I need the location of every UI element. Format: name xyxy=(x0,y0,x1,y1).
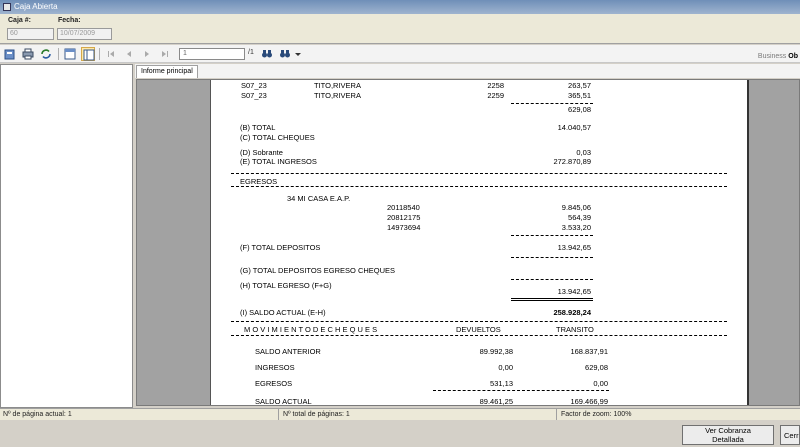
row-amount: 365,51 xyxy=(568,91,591,100)
page-number-input[interactable]: 1 xyxy=(179,48,245,60)
deposit-amount: 9.845,06 xyxy=(561,203,591,212)
print-icon[interactable] xyxy=(21,47,35,61)
zoom-binoculars-icon[interactable] xyxy=(278,47,292,61)
zoom-status: Factor de zoom: 100% xyxy=(561,411,632,418)
tab-strip: Informe principal xyxy=(135,64,800,78)
total-b-label: (B) TOTAL xyxy=(240,123,276,132)
toolbar-separator xyxy=(99,48,100,60)
current-page-status: Nº de página actual: 1 xyxy=(3,411,72,418)
business-objects-brand: Business Ob xyxy=(757,53,798,60)
section-divider xyxy=(231,321,727,322)
deposit-number: 14973694 xyxy=(387,223,421,232)
first-page-icon[interactable] xyxy=(104,47,118,61)
double-underline xyxy=(511,298,593,299)
report-viewer[interactable]: S07_23 TITO,RIVERA 2258 263,57 S07_23 TI… xyxy=(136,79,800,406)
row-num: 2258 xyxy=(487,81,504,90)
caja-field[interactable]: 60 xyxy=(7,28,54,40)
row-name: TITO,RIVERA xyxy=(314,91,361,100)
col-transito: TRANSITO xyxy=(556,325,594,334)
double-underline xyxy=(511,300,593,301)
total-pages-status: Nº total de páginas: 1 xyxy=(283,411,350,418)
deposit-number: 20118540 xyxy=(387,203,420,212)
row-name: TITO,RIVERA xyxy=(314,81,361,90)
caja-label: Caja #: xyxy=(8,17,31,24)
toolbar-separator xyxy=(58,48,59,60)
mov-row-transito: 169.466,99 xyxy=(570,397,608,406)
report-toolbar: 1 /1 Business Ob xyxy=(0,45,800,63)
page-total-label: /1 xyxy=(248,49,254,56)
mov-row-label: SALDO ANTERIOR xyxy=(255,347,321,356)
mov-row-devueltos: 89.461,25 xyxy=(479,397,513,406)
group-tree-panel[interactable] xyxy=(0,64,133,408)
egreso-entity: 34 MI CASA E.A.P. xyxy=(287,194,351,203)
window-title-bar: Caja Abierta xyxy=(0,0,800,14)
saldo-label: (I) SALDO ACTUAL (E-H) xyxy=(240,308,326,317)
mov-row-label: INGRESOS xyxy=(255,363,295,372)
total-f-value: 13.942,65 xyxy=(557,243,591,252)
fecha-field[interactable]: 10/07/2009 xyxy=(57,28,112,40)
deposit-amount: 564,39 xyxy=(568,213,591,222)
total-e-value: 272.870,89 xyxy=(553,157,591,166)
section-divider xyxy=(231,173,727,174)
search-binoculars-icon[interactable] xyxy=(260,47,274,61)
previous-page-icon[interactable] xyxy=(122,47,136,61)
app-icon xyxy=(3,3,11,11)
export-icon[interactable] xyxy=(3,47,17,61)
total-h-label: (H) TOTAL EGRESO (F+G) xyxy=(240,281,332,290)
mov-row-devueltos: 0,00 xyxy=(498,363,513,372)
zoom-dropdown-icon[interactable] xyxy=(291,47,301,61)
window-title: Caja Abierta xyxy=(14,2,58,11)
mov-sum-line xyxy=(433,390,609,391)
subtotal-line xyxy=(511,103,593,104)
row-code: S07_23 xyxy=(241,81,267,90)
close-button[interactable]: Cerrar xyxy=(780,425,800,445)
mov-row-transito: 629,08 xyxy=(585,363,608,372)
last-page-icon[interactable] xyxy=(158,47,172,61)
status-bar: Nº de página actual: 1 Nº total de págin… xyxy=(0,408,800,421)
total-g-line xyxy=(511,279,593,280)
tab-informe-principal[interactable]: Informe principal xyxy=(136,65,198,78)
next-page-icon[interactable] xyxy=(140,47,154,61)
total-f-line xyxy=(511,257,593,258)
toggle-panel-icon[interactable] xyxy=(81,47,95,61)
egresos-label: EGRESOS xyxy=(240,177,278,186)
toggle-group-tree-icon[interactable] xyxy=(63,47,77,61)
section-divider xyxy=(231,335,727,336)
total-g-label: (G) TOTAL DEPOSITOS EGRESO CHEQUES xyxy=(240,266,396,275)
deposit-number: 20812175 xyxy=(387,213,421,222)
refresh-icon[interactable] xyxy=(39,47,53,61)
total-b-value: 14.040,57 xyxy=(557,123,591,132)
row-num: 2259 xyxy=(487,91,504,100)
row-amount: 263,57 xyxy=(568,81,591,90)
row-code: S07_23 xyxy=(241,91,267,100)
mov-row-label: SALDO ACTUAL xyxy=(255,397,312,406)
bottom-button-bar: Ver Cobranza Detallada Cerrar xyxy=(0,420,800,447)
deposit-amount: 3.533,20 xyxy=(561,223,591,232)
subtotal-value: 629,08 xyxy=(568,105,591,114)
report-page: S07_23 TITO,RIVERA 2258 263,57 S07_23 TI… xyxy=(210,80,749,406)
movimiento-title: M O V I M I E N T O D E C H E Q U E S xyxy=(244,325,378,334)
sobrante-value: 0,03 xyxy=(576,148,591,157)
mov-row-devueltos: 89.992,38 xyxy=(479,347,513,356)
total-f-label: (F) TOTAL DEPOSITOS xyxy=(240,243,321,252)
total-h-value: 13.942,65 xyxy=(557,287,591,296)
sobrante-label: (D) Sobrante xyxy=(240,148,283,157)
mov-row-label: EGRESOS xyxy=(255,379,293,388)
mov-row-transito: 0,00 xyxy=(593,379,608,388)
section-divider xyxy=(231,186,727,187)
mov-row-transito: 168.837,91 xyxy=(570,347,608,356)
col-devueltos: DEVUELTOS xyxy=(456,325,501,334)
fecha-label: Fecha: xyxy=(58,17,81,24)
mov-row-devueltos: 531,13 xyxy=(490,379,513,388)
saldo-value: 258.928,24 xyxy=(553,308,591,317)
ver-cobranza-detallada-button[interactable]: Ver Cobranza Detallada xyxy=(682,425,774,445)
deposit-sum-line xyxy=(511,235,593,236)
header-panel: Caja #: 60 Fecha: 10/07/2009 xyxy=(0,14,800,44)
total-e-label: (E) TOTAL INGRESOS xyxy=(240,157,317,166)
total-c-label: (C) TOTAL CHEQUES xyxy=(240,133,315,142)
